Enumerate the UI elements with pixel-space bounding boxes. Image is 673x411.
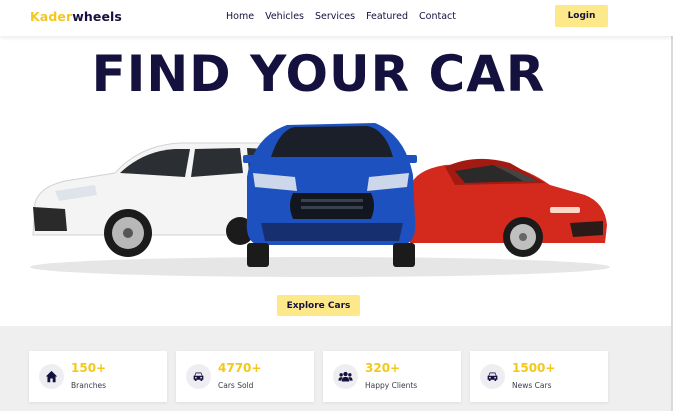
brand-logo-part2: wheels xyxy=(72,9,122,24)
stat-label: Branches xyxy=(71,381,106,390)
brand-logo-part1: Kader xyxy=(30,9,73,24)
stat-card-cars-sold: 4770+ Cars Sold xyxy=(176,351,314,402)
hero-cars-image xyxy=(30,123,610,277)
users-icon xyxy=(333,364,358,389)
stat-value: 1500+ xyxy=(512,361,556,375)
car-icon xyxy=(186,364,211,389)
brand-logo[interactable]: Kaderwheels xyxy=(30,9,122,24)
login-button[interactable]: Login xyxy=(555,5,608,27)
nav-link-home[interactable]: Home xyxy=(226,11,254,22)
stat-card-happy-clients: 320+ Happy Clients xyxy=(323,351,461,402)
explore-cars-button[interactable]: Explore Cars xyxy=(277,295,360,316)
white-car xyxy=(32,142,276,257)
navbar: Kaderwheels Home Vehicles Services Featu… xyxy=(0,0,673,36)
stat-value: 4770+ xyxy=(218,361,262,375)
blue-car xyxy=(243,123,417,267)
stat-card-branches: 150+ Branches xyxy=(29,351,167,402)
stat-label: News Cars xyxy=(512,381,552,390)
nav-link-featured[interactable]: Featured xyxy=(366,11,408,22)
stat-value: 320+ xyxy=(365,361,401,375)
stat-label: Happy Clients xyxy=(365,381,418,390)
red-car xyxy=(410,158,607,257)
stats-section: 150+ Branches 4770+ Cars Sold 320+ Happy… xyxy=(0,326,673,411)
nav-link-contact[interactable]: Contact xyxy=(419,11,456,22)
stat-card-news-cars: 1500+ News Cars xyxy=(470,351,608,402)
nav-link-vehicles[interactable]: Vehicles xyxy=(265,11,304,22)
nav-link-services[interactable]: Services xyxy=(315,11,355,22)
stat-label: Cars Sold xyxy=(218,381,254,390)
stat-value: 150+ xyxy=(71,361,107,375)
hero-title: FIND YOUR CAR xyxy=(91,45,546,103)
main-nav: Home Vehicles Services Featured Contact xyxy=(226,11,456,22)
car-icon xyxy=(480,364,505,389)
home-icon xyxy=(39,364,64,389)
